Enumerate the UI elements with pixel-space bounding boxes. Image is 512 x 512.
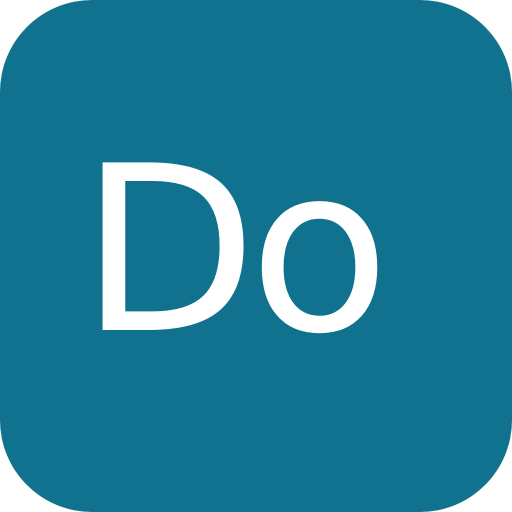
app-icon-label: Do (80, 118, 390, 385)
app-icon[interactable]: Do (0, 0, 512, 512)
